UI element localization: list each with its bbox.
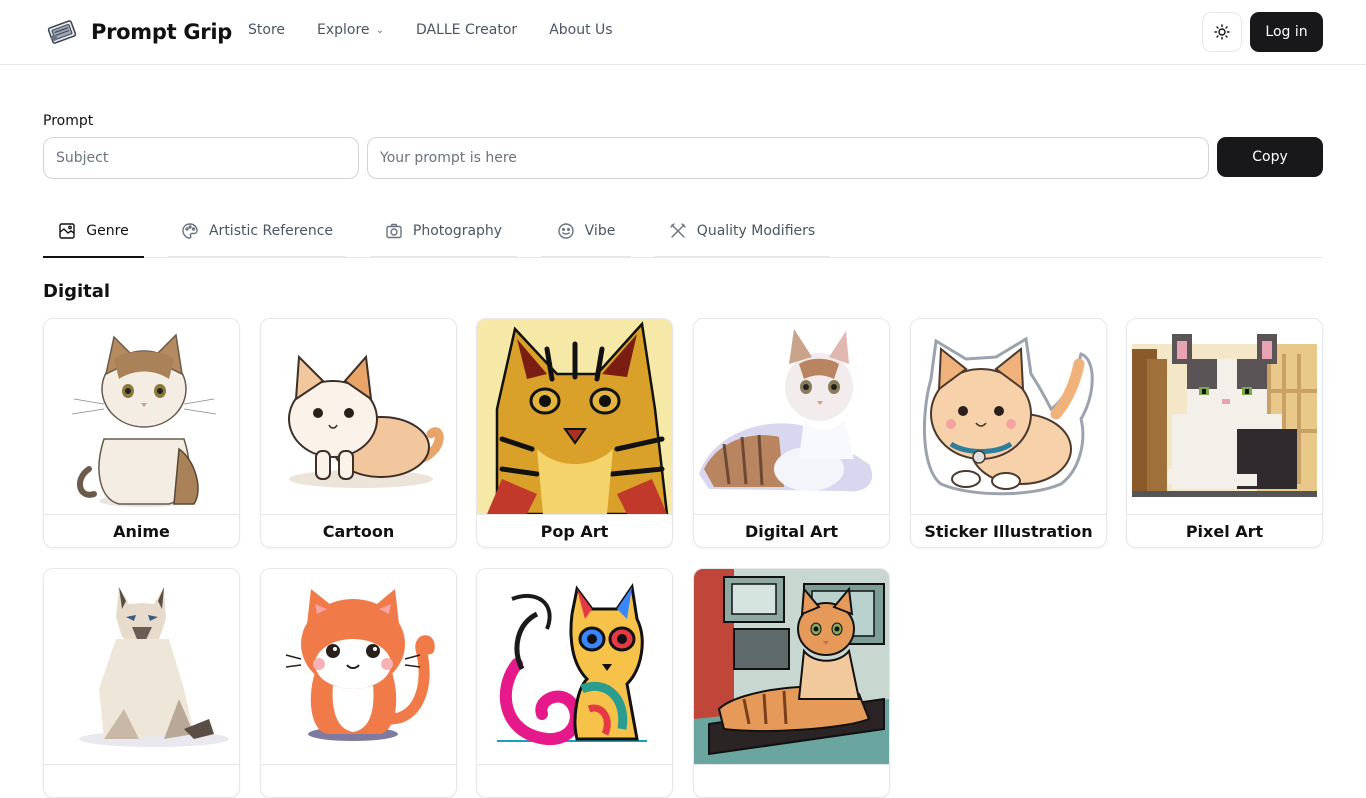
card-label: Pixel Art: [1127, 514, 1322, 547]
copy-button[interactable]: Copy: [1217, 137, 1323, 177]
section-title: Digital: [43, 281, 111, 302]
card-label: Cartoon: [261, 514, 456, 547]
style-card-anime[interactable]: Anime: [43, 318, 240, 548]
nav-item-about-us[interactable]: About Us: [549, 22, 612, 38]
style-card-digital-art[interactable]: Digital Art: [693, 318, 890, 548]
style-card-abstract[interactable]: [476, 568, 673, 798]
nav-item-label: Explore: [317, 22, 370, 38]
theme-toggle-button[interactable]: [1202, 12, 1242, 52]
camera-icon: [386, 223, 402, 239]
style-card-sticker-illustration[interactable]: Sticker Illustration: [910, 318, 1107, 548]
sticker-cat-image: [911, 319, 1106, 514]
genre-icon: [59, 223, 75, 239]
tools-icon: [670, 223, 686, 238]
logo[interactable]: Prompt Grip: [45, 15, 232, 49]
cartoon-cat-image: [261, 319, 456, 514]
chevron-down-icon: ⌄: [375, 24, 384, 36]
logo-icon: [47, 20, 77, 44]
style-card-chibi[interactable]: [260, 568, 457, 798]
pop-art-cat-image: [477, 319, 672, 514]
pixel-art-cat-image: [1127, 319, 1322, 514]
card-label: [477, 764, 672, 797]
logo-text: Prompt Grip: [91, 20, 232, 44]
prompt-input[interactable]: [367, 137, 1209, 179]
style-card-cartoon[interactable]: Cartoon: [260, 318, 457, 548]
card-label: [694, 764, 889, 797]
tab-vibe[interactable]: Vibe: [541, 205, 631, 258]
tab-label: Photography: [412, 223, 503, 239]
main-nav: Store Explore ⌄ DALLE Creator About Us: [248, 22, 645, 38]
style-card-low-poly[interactable]: [43, 568, 240, 798]
style-card-pop-art[interactable]: Pop Art: [476, 318, 673, 548]
low-poly-cat-image: [44, 569, 239, 764]
tab-label: Vibe: [584, 223, 616, 239]
style-card-comic[interactable]: [693, 568, 890, 798]
nav-item-label: Store: [248, 22, 286, 38]
abstract-cat-image: [477, 569, 672, 764]
anime-cat-image: [44, 319, 239, 514]
top-header: Prompt Grip Store Explore ⌄ DALLE Creator…: [0, 0, 1366, 65]
nav-item-dalle-creator[interactable]: DALLE Creator: [416, 22, 517, 38]
subject-input[interactable]: [43, 137, 359, 179]
tab-photography[interactable]: Photography: [370, 205, 517, 258]
sun-icon: [1214, 24, 1230, 40]
comic-cat-image: [694, 569, 889, 764]
nav-item-explore[interactable]: Explore ⌄: [317, 22, 384, 38]
tab-label: Artistic Reference: [208, 223, 334, 239]
palette-icon: [182, 223, 198, 239]
tab-underline: [370, 256, 517, 258]
tab-genre[interactable]: Genre: [43, 205, 144, 258]
tab-underline: [541, 256, 631, 258]
tab-label: Quality Modifiers: [696, 223, 816, 239]
nav-item-label: DALLE Creator: [415, 22, 518, 38]
tab-underline: [43, 256, 144, 258]
category-tabs: Genre Artistic Reference Photography Vib…: [43, 205, 1323, 258]
style-card-pixel-art[interactable]: Pixel Art: [1126, 318, 1323, 548]
tab-quality-modifiers[interactable]: Quality Modifiers: [654, 205, 830, 258]
digital-art-cat-image: [694, 319, 889, 514]
card-label: Anime: [44, 514, 239, 547]
login-button[interactable]: Log in: [1250, 12, 1323, 52]
card-label: [44, 764, 239, 797]
card-label: Digital Art: [694, 514, 889, 547]
prompt-label: Prompt: [43, 113, 94, 129]
tab-artistic-reference[interactable]: Artistic Reference: [168, 205, 346, 258]
smile-icon: [557, 223, 574, 239]
chibi-cat-image: [261, 569, 456, 764]
nav-item-label: About Us: [549, 22, 613, 38]
tab-label: Genre: [86, 223, 129, 239]
card-label: [261, 764, 456, 797]
nav-item-store[interactable]: Store: [248, 22, 285, 38]
card-label: Pop Art: [477, 514, 672, 547]
tab-underline: [168, 256, 346, 258]
tab-underline: [654, 256, 830, 258]
card-label: Sticker Illustration: [911, 514, 1106, 547]
